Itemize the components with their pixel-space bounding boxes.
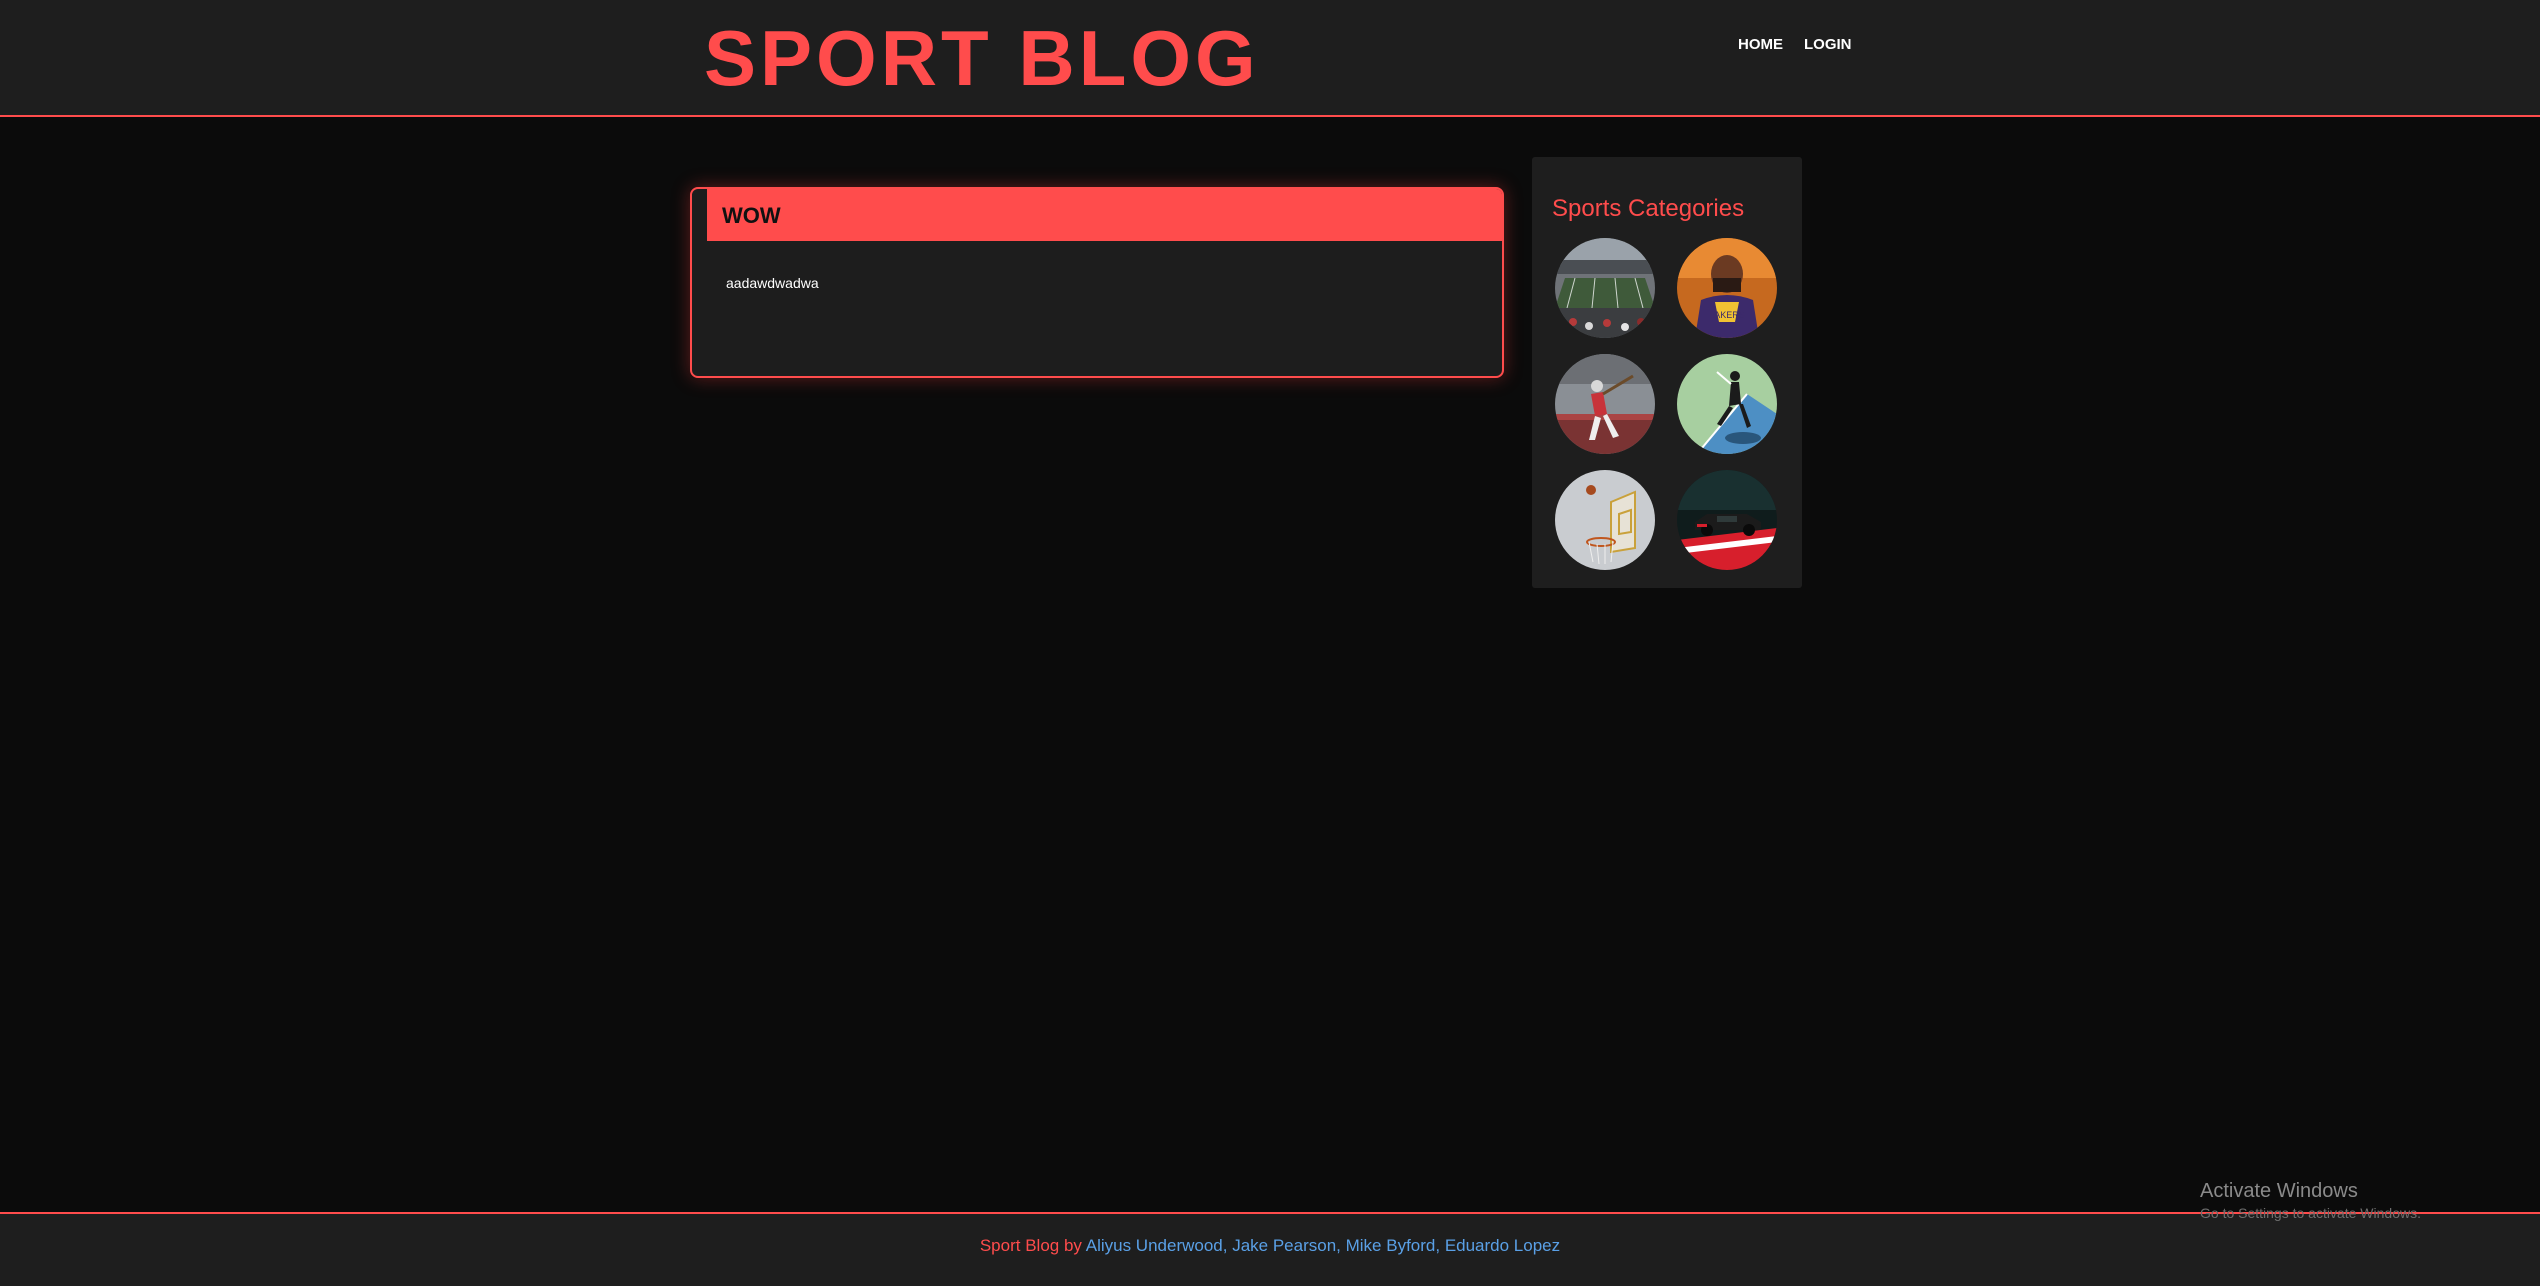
category-baseball[interactable] (1555, 354, 1655, 454)
footer-author-2[interactable]: Jake Pearson (1232, 1236, 1336, 1255)
footer-credits: Sport Blog by Aliyus Underwood, Jake Pea… (979, 1236, 1561, 1255)
category-basketball-hoop[interactable] (1555, 470, 1655, 570)
sidebar-title: Sports Categories (1552, 195, 1745, 222)
svg-text:LAKERS: LAKERS (1709, 310, 1745, 320)
post-title-bar: WOW (707, 189, 1502, 241)
tennis-player-image (1677, 354, 1777, 454)
site-header: SPORT BLOG HOME LOGIN (0, 0, 2540, 117)
basketball-hoop-image (1555, 470, 1655, 570)
watermark-title: Activate Windows (2200, 1180, 2358, 1202)
footer-author-1[interactable]: Aliyus Underwood (1086, 1236, 1223, 1255)
site-footer: Sport Blog by Aliyus Underwood, Jake Pea… (0, 1212, 2540, 1286)
nav-home-link[interactable]: HOME (1738, 34, 1783, 56)
nav-login-link[interactable]: LOGIN (1804, 34, 1852, 56)
site-logo[interactable]: SPORT BLOG (704, 16, 1260, 100)
footer-by: by (1063, 1236, 1082, 1255)
category-basketball-player[interactable]: LAKERS (1677, 238, 1777, 338)
post-card: WOW aadawdwadwa (690, 187, 1504, 378)
race-car-image (1677, 470, 1777, 570)
watermark-subtitle: Go to Settings to activate Windows. (2200, 1205, 2421, 1221)
footer-author-4[interactable]: Eduardo Lopez (1445, 1236, 1560, 1255)
footer-brand: Sport Blog (979, 1236, 1060, 1255)
post-title[interactable]: WOW (722, 203, 781, 229)
football-stadium-image (1555, 238, 1655, 338)
category-football[interactable] (1555, 238, 1655, 338)
windows-activation-watermark: Activate Windows Go to Settings to activ… (2200, 1178, 2421, 1222)
footer-author-3[interactable]: Mike Byford (1346, 1236, 1436, 1255)
main-nav: HOME LOGIN (1738, 34, 1852, 56)
basketball-player-image: LAKERS (1677, 238, 1777, 338)
category-tennis[interactable] (1677, 354, 1777, 454)
baseball-batter-image (1555, 354, 1655, 454)
category-racing[interactable] (1677, 470, 1777, 570)
sports-categories-sidebar: Sports Categories LAKERS (1532, 157, 1802, 588)
post-body: aadawdwadwa (726, 275, 819, 291)
